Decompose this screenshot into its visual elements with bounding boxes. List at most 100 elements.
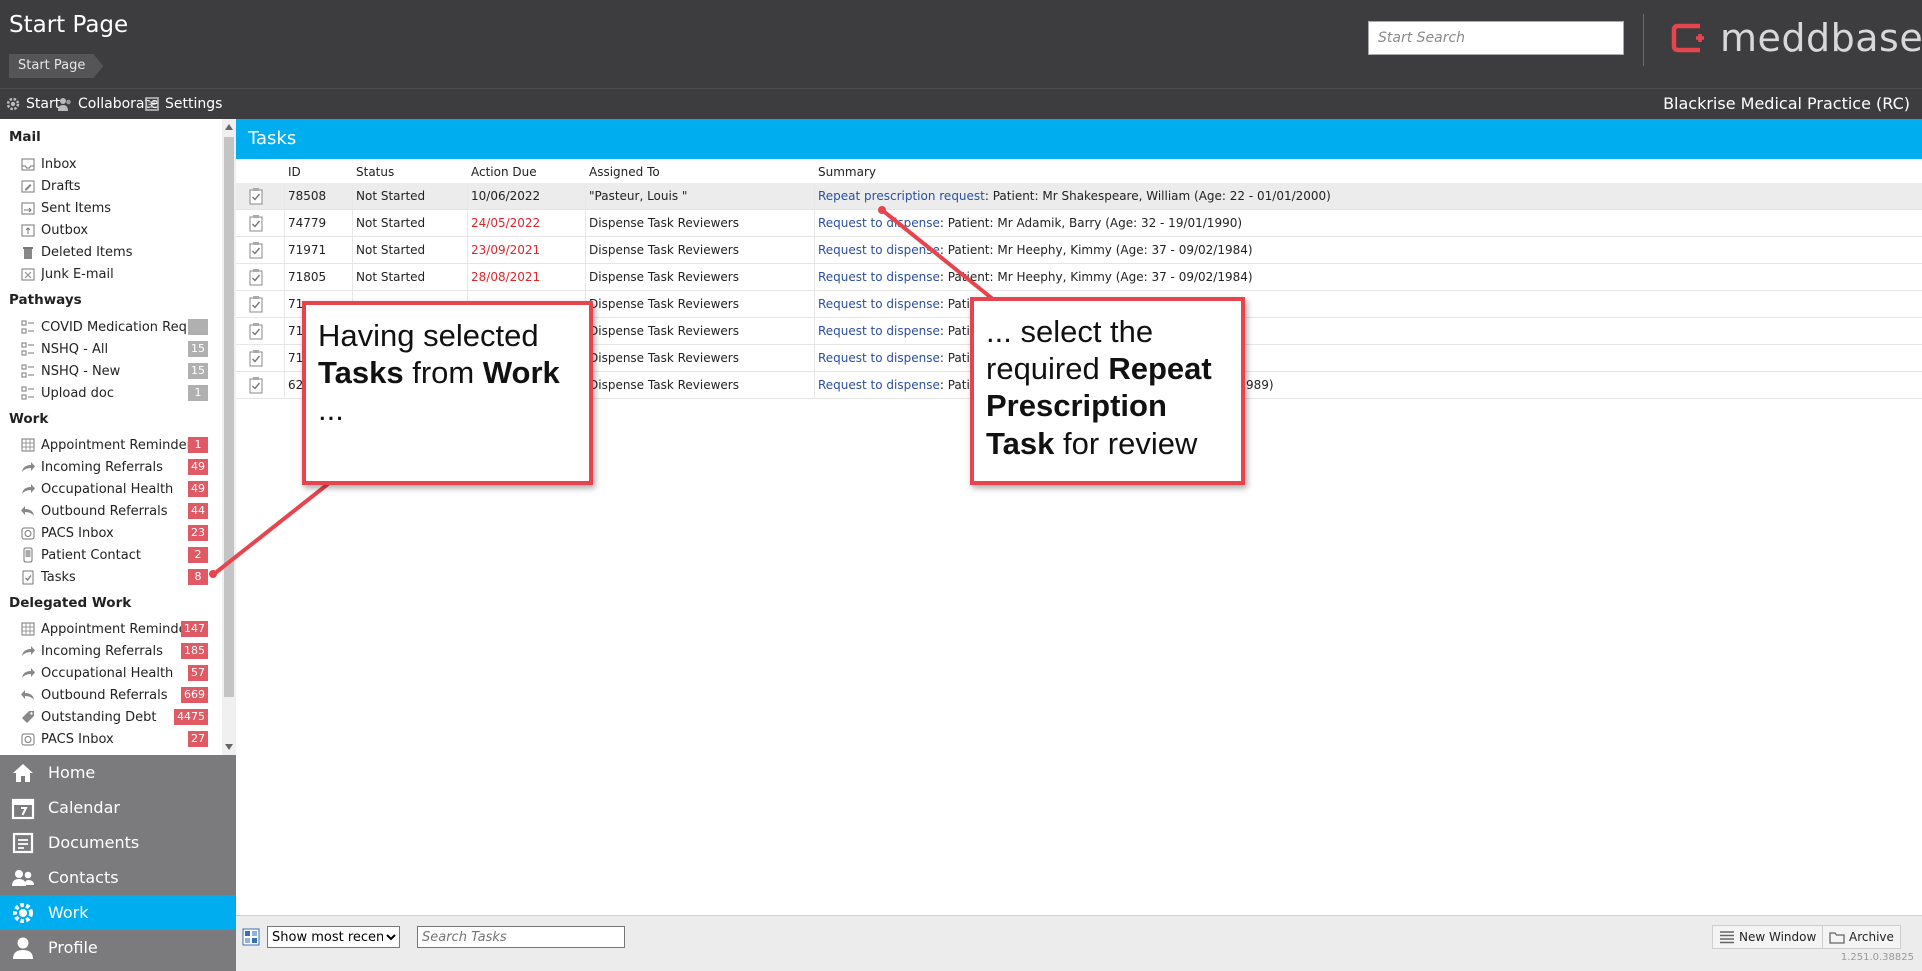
nav-contacts[interactable]: Contacts [0,860,236,895]
sidebar-item-delegated-appointment-reminder[interactable]: Appointment Reminder 147 [20,619,208,639]
archive-button[interactable]: Archive [1822,925,1901,949]
summary-text-tail: 989) [1246,378,1274,392]
summary-link[interactable]: Request to dispense [818,297,940,311]
menu-settings[interactable]: Settings [144,96,222,112]
forward-arrow-icon [22,462,35,472]
camera-icon [21,527,35,540]
scroll-down-arrow-icon[interactable] [225,744,233,750]
pathway-icon [21,386,34,400]
summary-text: : Patient: Mr Heephy, Kimmy (Age: 37 - 0… [939,270,1253,284]
sidebar-item-tasks[interactable]: Tasks 8 [20,567,208,587]
scroll-up-arrow-icon[interactable] [225,124,233,130]
table-row[interactable]: 74779 Not Started 24/05/2022 Dispense Task … [236,210,1922,237]
sidebar-item-patient-contact[interactable]: Patient Contact 2 [20,545,208,565]
sidebar-item-appointment-reminder[interactable]: Appointment Reminder 1 [20,435,208,455]
sidebar-item-covid-medication-request[interactable]: COVID Medication Request [20,317,208,337]
cell-status: Not Started [356,189,426,203]
sidebar-item-deleted-items[interactable]: Deleted Items [20,242,208,262]
sidebar-item-outbox[interactable]: Outbox [20,220,208,240]
summary-text: : Patient: Mr Heephy, Kimmy (Age: 37 - 0… [939,243,1253,257]
forward-arrow-icon [22,668,35,678]
cell-assigned-to: Dispense Task Reviewers [589,216,739,230]
app-header: Start Page Start Page meddbase [0,0,1922,88]
breadcrumb[interactable]: Start Page [9,54,103,78]
nav-documents[interactable]: Documents [0,825,236,860]
sidebar-item-pacs-inbox[interactable]: PACS Inbox 23 [20,523,208,543]
sidebar-item-nshq-all[interactable]: NSHQ - All 15 [20,339,208,359]
callout-right: ... select the required Repeat Prescript… [970,297,1245,485]
sidebar-item-outbound-referrals[interactable]: Outbound Referrals 44 [20,501,208,521]
nav-profile[interactable]: Profile [0,930,236,965]
summary-link[interactable]: Request to dispense [818,378,940,392]
task-checklist-icon [249,323,263,340]
count-badge: 4475 [174,709,208,725]
column-separator [352,210,353,237]
reply-arrow-icon [21,506,34,516]
column-header-assigned-to[interactable]: Assigned To [589,165,660,179]
cell-summary: Request to dispense: Patient: Mr Adamik,… [818,216,1242,230]
profile-icon [13,937,33,959]
table-row[interactable]: 78508 Not Started 10/06/2022 "Pasteur, Loui… [236,183,1922,210]
sidebar-item-drafts[interactable]: Drafts [20,176,208,196]
cell-assigned-to: Dispense Task Reviewers [589,324,739,338]
sidebar-scrollbar[interactable] [222,119,236,755]
cell-action-due: 10/06/2022 [471,189,541,203]
sidebar-item-nshq-new[interactable]: NSHQ - New 15 [20,361,208,381]
summary-link[interactable]: Request to dispense [818,243,940,257]
cell-id: 71805 [288,270,327,284]
sidebar-item-delegated-outstanding-debt[interactable]: Outstanding Debt 4475 [20,707,208,727]
cell-summary: Request to dispense: Patient: Mr Heephy,… [818,270,1253,284]
menu-start[interactable]: Start [5,96,60,112]
calendar-icon [11,798,35,819]
sidebar-item-junk-email[interactable]: Junk E-mail [20,264,208,284]
cell-assigned-to: Dispense Task Reviewers [589,378,739,392]
scroll-thumb[interactable] [224,137,234,697]
nav-calendar[interactable]: Calendar [0,790,236,825]
sidebar-item-delegated-outbound-referrals[interactable]: Outbound Referrals 669 [20,685,208,705]
sidebar-item-occupational-health[interactable]: Occupational Health 49 [20,479,208,499]
summary-link[interactable]: Request to dispense [818,351,940,365]
summary-link[interactable]: Request to dispense [818,324,940,338]
count-badge: 15 [188,341,208,357]
sidebar-item-sent-items[interactable]: Sent Items [20,198,208,218]
start-search-input[interactable] [1368,21,1624,55]
sidebar-item-incoming-referrals[interactable]: Incoming Referrals 49 [20,457,208,477]
sidebar-item-inbox[interactable]: Inbox [20,154,208,174]
header-divider [1643,14,1644,66]
nav-home[interactable]: Home [0,755,236,790]
sidebar-item-upload-doc[interactable]: Upload doc 1 [20,383,208,403]
column-header-status[interactable]: Status [356,165,394,179]
cell-summary: Request to dispense: Patient [818,351,990,365]
refresh-grid-icon[interactable] [242,928,260,946]
pathway-icon [21,320,34,334]
summary-link[interactable]: Request to dispense [818,216,940,230]
column-separator [814,372,815,399]
sidebar-item-delegated-occupational-health[interactable]: Occupational Health 57 [20,663,208,683]
column-header-action-due[interactable]: Action Due [471,165,537,179]
column-separator [585,183,586,210]
outbox-icon [21,224,35,237]
new-window-button[interactable]: New Window [1712,925,1824,949]
table-row[interactable]: 71805 Not Started 28/08/2021 Dispense Task … [236,264,1922,291]
column-separator [284,183,285,210]
count-badge: 44 [188,503,208,519]
folder-icon [1829,932,1845,944]
task-filter-select[interactable]: Show most recent [267,926,400,948]
pathway-icon [21,364,34,378]
column-header-id[interactable]: ID [288,165,301,179]
nav-work[interactable]: Work [0,895,236,930]
summary-link[interactable]: Request to dispense [818,270,940,284]
column-separator [467,183,468,210]
column-separator [814,264,815,291]
search-tasks-input[interactable] [417,926,625,948]
summary-link[interactable]: Repeat prescription request [818,189,985,203]
home-icon [13,763,33,782]
sidebar-item-delegated-pacs-inbox[interactable]: PACS Inbox 27 [20,729,208,749]
sidebar-item-delegated-incoming-referrals[interactable]: Incoming Referrals 185 [20,641,208,661]
cell-status: Not Started [356,243,426,257]
cell-id: 71971 [288,243,327,257]
forward-arrow-icon [22,484,35,494]
column-header-summary[interactable]: Summary [818,165,876,179]
column-separator [284,318,285,345]
table-row[interactable]: 71971 Not Started 23/09/2021 Dispense Task … [236,237,1922,264]
